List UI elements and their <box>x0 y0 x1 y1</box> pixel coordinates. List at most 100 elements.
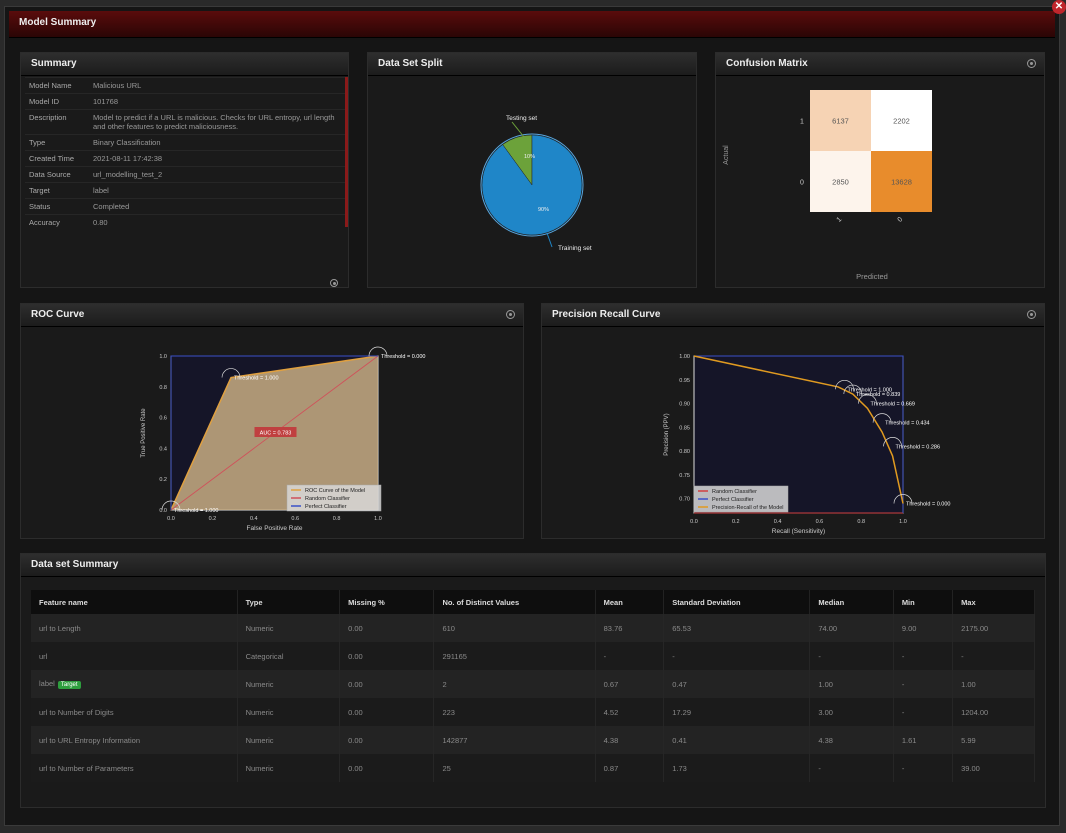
cell-text: Numeric <box>245 679 274 689</box>
y-tick-label: 0.85 <box>679 425 690 431</box>
summary-key: Accuracy <box>25 214 89 230</box>
table-cell: Numeric <box>237 754 341 782</box>
x-axis-label: Recall (Sensitivity) <box>772 528 825 535</box>
x-tick-label: 1.0 <box>899 519 907 525</box>
summary-key: Data Source <box>25 166 89 183</box>
column-header[interactable]: Max <box>952 590 1035 614</box>
summary-settings-icon[interactable] <box>330 279 338 287</box>
y-tick-label: 0.0 <box>159 508 167 514</box>
table-cell: - <box>893 642 954 670</box>
y-tick-label: 0.70 <box>679 497 690 503</box>
cell-text: 65.53 <box>672 623 692 633</box>
x-tick-label: 0.2 <box>209 516 217 522</box>
table-cell: 39.00 <box>952 754 1035 782</box>
column-header[interactable]: Missing % <box>339 590 435 614</box>
column-header[interactable]: Median <box>809 590 894 614</box>
pie-slice-training[interactable] <box>481 134 583 236</box>
table-cell: - <box>893 754 954 782</box>
table-row[interactable]: url Categorical 0.00 291165 - - - - - <box>31 642 1035 670</box>
table-row[interactable]: url to URL Entropy Information Numeric 0.0… <box>31 726 1035 754</box>
confusion-matrix-panel-header: Confusion Matrix <box>716 53 1044 76</box>
table-cell: label Target <box>31 670 238 698</box>
cell-text: url to Length <box>39 623 81 633</box>
summary-key: Model Name <box>25 77 89 94</box>
cell-text: 25 <box>442 763 451 773</box>
pie-label-training-pct: 90% <box>538 207 549 213</box>
table-cell: 0.00 <box>339 614 435 642</box>
summary-panel: Summary Model Name Malicious URL Model ID 1… <box>20 52 349 288</box>
window-title: Model Summary <box>19 17 97 28</box>
cell-text: url to Number of Digits <box>39 707 114 717</box>
table-cell: - <box>893 670 954 698</box>
summary-value: Malicious URL <box>89 77 345 94</box>
column-header[interactable]: Min <box>893 590 954 614</box>
model-summary-window: Model Summary Summary Model Name Maliciou… <box>4 6 1060 826</box>
cell-text: - <box>818 763 821 773</box>
cell-text: 610 <box>442 623 455 633</box>
legend-label: Random Classifier <box>712 489 757 495</box>
legend-label: Perfect Classifier <box>712 497 754 503</box>
cell-text: - <box>672 651 675 661</box>
summary-key: Status <box>25 198 89 215</box>
cell-text: - <box>901 707 905 717</box>
cell-text: - <box>961 651 964 661</box>
table-row[interactable]: url to Length Numeric 0.00 610 83.76 65.53 74.… <box>31 614 1035 642</box>
table-cell: 3.00 <box>809 698 894 726</box>
table-cell: 0.00 <box>339 726 435 754</box>
table-cell: - <box>952 642 1035 670</box>
cell-text: url to URL Entropy Information <box>39 735 141 745</box>
y-tick-label: 0.8 <box>159 385 167 391</box>
table-cell: 4.38 <box>809 726 894 754</box>
summary-row: Model ID 101768 <box>25 93 345 110</box>
table-cell: 0.67 <box>595 670 665 698</box>
pr-settings-icon[interactable] <box>1027 310 1036 319</box>
close-icon[interactable]: ✕ <box>1052 0 1066 14</box>
table-cell: 2 <box>433 670 596 698</box>
cell-text: 39.00 <box>961 763 980 773</box>
cell-text: label <box>39 679 55 688</box>
table-cell: - <box>663 642 811 670</box>
table-cell: - <box>809 754 894 782</box>
roc-panel: ROC Curve 0.0 0.2 0.4 0.6 0.8 1.0 0.0 0.2 0.4 0.6… <box>20 303 524 539</box>
cell-text: - <box>901 679 905 689</box>
cell-text: - <box>901 651 905 661</box>
column-header[interactable]: No. of Distinct Values <box>433 590 596 614</box>
confusion-matrix-settings-icon[interactable] <box>1027 59 1036 68</box>
column-header[interactable]: Mean <box>595 590 665 614</box>
roc-settings-icon[interactable] <box>506 310 515 319</box>
confusion-matrix-panel-title: Confusion Matrix <box>726 58 808 69</box>
table-row[interactable]: label Target Numeric 0.00 2 0.67 0.47 1.00 - 1.00 <box>31 670 1035 698</box>
summary-row: Model Name Malicious URL <box>25 77 345 94</box>
table-cell: 142877 <box>433 726 596 754</box>
summary-panel-title: Summary <box>31 58 77 69</box>
y-tick-label: 0.4 <box>159 446 167 452</box>
column-header[interactable]: Feature name <box>31 590 238 614</box>
table-cell: 0.47 <box>663 670 811 698</box>
threshold-label: Threshold = 0.286 <box>896 444 941 450</box>
table-cell: 2175.00 <box>952 614 1035 642</box>
cell-text: 17.29 <box>672 707 692 717</box>
table-row[interactable]: url to Number of Digits Numeric 0.00 223 4.5… <box>31 698 1035 726</box>
cell-text: Numeric <box>245 707 274 717</box>
cell-text: - <box>603 651 607 661</box>
summary-table: Model Name Malicious URL Model ID 101768 Des… <box>25 77 345 230</box>
cell-text: 4.52 <box>603 707 619 717</box>
y-axis-label: True Positive Rate <box>141 408 147 458</box>
y-tick-label: 0.6 <box>159 416 167 422</box>
cell-text: Categorical <box>245 651 284 661</box>
summary-key: Created Time <box>25 150 89 167</box>
table-row[interactable]: url to Number of Parameters Numeric 0.00 25… <box>31 754 1035 782</box>
table-cell: 610 <box>433 614 596 642</box>
summary-key: Model ID <box>25 93 89 110</box>
cell-text: 2175.00 <box>961 623 989 633</box>
column-header[interactable]: Standard Deviation <box>663 590 811 614</box>
summary-row: Data Source url_modelling_test_2 <box>25 166 345 183</box>
table-cell: 74.00 <box>809 614 894 642</box>
cell-text: Numeric <box>245 763 274 773</box>
cm-col-label: 1 <box>836 216 844 224</box>
column-header[interactable]: Type <box>237 590 341 614</box>
legend-label: Random Classifier <box>305 496 350 502</box>
summary-value: Model to predict if a URL is malicious. … <box>89 109 345 135</box>
pie-legend-training: Training set <box>558 245 592 252</box>
summary-scrollbar[interactable] <box>345 77 348 227</box>
